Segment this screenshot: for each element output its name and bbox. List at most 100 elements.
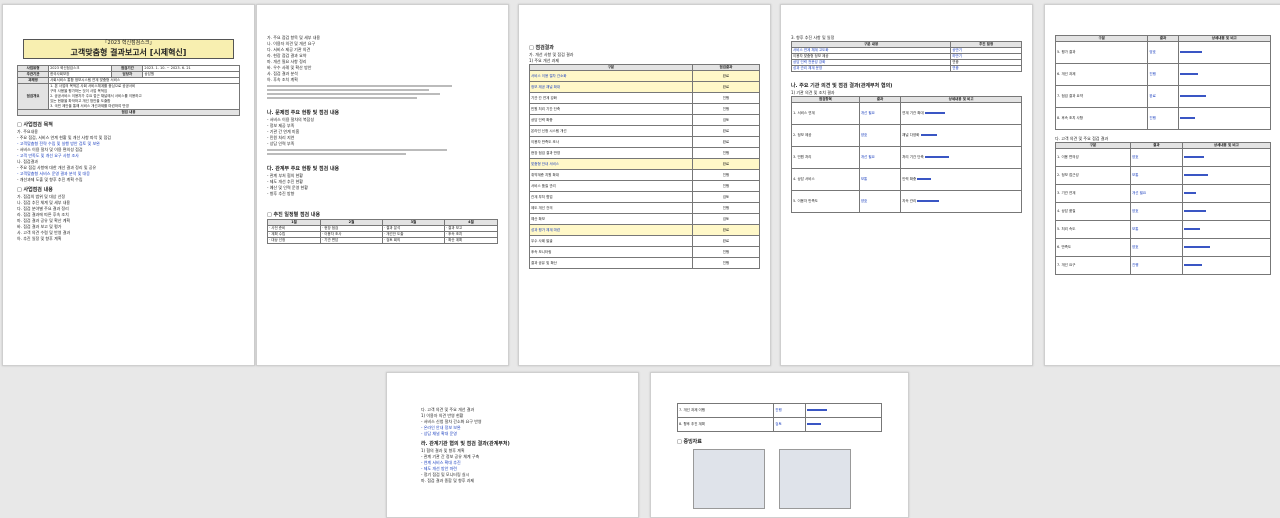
mini-bar	[1183, 192, 1196, 194]
table-cell	[1177, 107, 1272, 130]
table-cell: 1. 서비스 연계	[791, 102, 860, 125]
table-cell	[1181, 256, 1272, 275]
table-cell: 연계 기관 확대	[900, 102, 1022, 125]
followup-table: 7. 개선 과제 이행 진행 8. 향후 추진 계획 검토	[676, 403, 883, 432]
mini-bar	[806, 409, 827, 411]
table-cell: 성과 평가 체계 마련	[529, 224, 693, 236]
table-cell: 제도 개선 건의	[529, 202, 693, 214]
schedule-plan-table: 구분 내용 추진 일정 서비스 연계 체계 고도화 상반기 이용자 맞춤형 정보 …	[790, 41, 1022, 72]
document-page-1[interactable]: 「2023 혁신점검스크」 고객맞춤형 결과보고서 [시제혁신] 사업유형 202…	[2, 4, 255, 366]
table-cell: 검토	[691, 213, 761, 225]
table-cell: 인력 확충	[900, 168, 1022, 191]
table-cell: 개선 필요	[858, 146, 902, 169]
table-cell: 성과 관리 체계 운영	[790, 65, 952, 72]
document-page-3[interactable]: □ 점검결과 가. 개선 사항 및 점검 결과 1) 주요 개선 과제 구분 점…	[518, 4, 771, 366]
table-cell: 현장 점검 결과 반영	[529, 147, 693, 159]
table-cell: 1. 이용 편의성	[1054, 148, 1132, 167]
schedule-cell: · 검토 회의	[381, 237, 445, 244]
note-text: 연계 기관 확대	[902, 111, 924, 115]
table-cell: 진행	[691, 202, 761, 214]
summary-label: 점검개요	[16, 83, 50, 110]
schedule-table: 1월 2월 3월 4월 · 사전 준비 · 현장 점검 · 결과 분석 · 결과…	[266, 219, 499, 244]
table-cell: 취약계층 지원 확대	[529, 169, 693, 181]
table-cell: 채널 다양화	[900, 124, 1022, 147]
table-cell: 온라인 신청 시스템 개선	[529, 125, 693, 137]
table-cell: 진행	[691, 246, 761, 258]
document-page-2[interactable]: 가. 주요 점검 항목 및 세부 내용 나. 이용자 의견 및 개선 요구 다.…	[256, 4, 509, 366]
table-row: 서비스 이용 절차 간소화 완료	[529, 70, 761, 82]
summary-line: 3. 국민 제안을 통해 서비스 개선과제를 마련하여 반영	[50, 104, 129, 108]
table-row: 현장 점검 결과 반영 진행	[529, 147, 761, 159]
schedule-cell: · 대상 선정	[266, 237, 322, 244]
section-heading: □ 증빙자료	[677, 439, 702, 445]
mini-bar	[1183, 264, 1202, 266]
table-row: 관계 부처 협업 검토	[529, 191, 761, 203]
table-cell: 우수 사례 발굴	[529, 235, 693, 247]
table-cell: 검토	[691, 191, 761, 203]
table-cell: 검토	[691, 114, 761, 126]
mini-bar	[924, 112, 945, 114]
table-cell	[1181, 220, 1272, 239]
table-row: 결과 공유 및 확산 진행	[529, 257, 761, 269]
table-cell	[1177, 63, 1272, 86]
table-row: 취약계층 지원 확대 진행	[529, 169, 761, 181]
table-row: 후속 모니터링 진행	[529, 246, 761, 258]
table-cell: 이용자 만족도 조사	[529, 136, 693, 148]
mini-bar	[1179, 117, 1195, 119]
table-cell: 진행	[691, 103, 761, 115]
table-row: 기관 간 연계 강화 진행	[529, 92, 761, 104]
table-cell: 8. 후속 조치 사항	[1054, 107, 1149, 130]
mini-bar	[1183, 156, 1204, 158]
body-line: 아. 후속 조치 계획	[267, 77, 298, 82]
table-cell: 양호	[858, 190, 902, 213]
table-row: 성과 평가 체계 마련 완료	[529, 224, 761, 236]
evidence-photo	[779, 449, 851, 509]
section-heading: □ 사업점검 목적	[17, 122, 53, 128]
table-cell: 2. 정보 접근성	[1054, 166, 1132, 185]
document-page-7[interactable]: 7. 개선 과제 이행 진행 8. 향후 추진 계획 검토 □ 증빙자료	[650, 372, 909, 518]
table-cell: 기관 간 연계 강화	[529, 92, 693, 104]
table-cell: 7. 개선 요구	[1054, 256, 1132, 275]
table-cell: 6. 만족도	[1054, 238, 1132, 257]
table-row: 서비스 품질 관리 진행	[529, 180, 761, 192]
body-line: 아. 추진 일정 및 향후 계획	[17, 236, 62, 241]
text-line-placeholder	[267, 97, 418, 99]
table-cell: 보통	[858, 168, 902, 191]
mini-bar	[924, 156, 949, 158]
body-line: - 향후 추진 방향	[267, 191, 295, 196]
table-cell: 진행	[1147, 63, 1179, 86]
report-title: 고객맞춤형 결과보고서 [시제혁신]	[70, 48, 187, 57]
note-text: 인력 확충	[902, 177, 917, 181]
table-cell	[1177, 85, 1272, 108]
document-page-5[interactable]: 구분 결과 상세내용 및 비고 5. 평가 결과 양호 6. 개선 과제 진행 7.…	[1044, 4, 1280, 366]
text-line-placeholder	[267, 89, 429, 91]
mini-bar	[806, 423, 821, 425]
mini-bar	[920, 134, 937, 136]
mini-bar	[1183, 246, 1210, 248]
table-cell: 결과 공유 및 확산	[529, 257, 693, 269]
table-cell	[1181, 148, 1272, 167]
text-line-placeholder	[267, 93, 441, 95]
evidence-photo	[693, 449, 765, 509]
table-cell: 지속 관리	[900, 190, 1022, 213]
table-cell	[1181, 202, 1272, 221]
table-row: 온라인 신청 시스템 개선 완료	[529, 125, 761, 137]
table-cell: 4. 상담 서비스	[791, 168, 860, 191]
document-page-6[interactable]: 다. 고객 의견 및 주요 개선 결과 1) 이용자 의견 반영 현황 - 서비…	[386, 372, 639, 518]
table-cell: 진행	[773, 403, 806, 418]
table-cell: 양호	[1147, 41, 1179, 64]
table-cell: 진행	[1147, 107, 1179, 130]
table-cell: 7. 점검 결과 요약	[1054, 85, 1149, 108]
table-cell: 진행	[691, 180, 761, 192]
text-line-placeholder	[267, 85, 452, 87]
section-heading: □ 점검결과	[529, 45, 554, 51]
summary-footer: 점검 내용	[17, 109, 240, 116]
agency-results-table: 점검항목 결과 상세내용 및 비고 1. 서비스 연계 개선 필요 연계 기관 확대…	[791, 96, 1022, 213]
note-text: 채널 다양화	[902, 133, 920, 137]
table-cell: 진행	[691, 92, 761, 104]
document-page-4[interactable]: 3. 향후 추진 사항 및 일정 구분 내용 추진 일정 서비스 연계 체계 고…	[780, 4, 1033, 366]
section-heading: 다. 관계부 주요 현황 및 점검 내용	[267, 166, 340, 172]
table-cell: 완료	[691, 224, 761, 236]
table-cell: 보통	[1130, 220, 1183, 239]
table-cell: 양호	[1130, 148, 1183, 167]
